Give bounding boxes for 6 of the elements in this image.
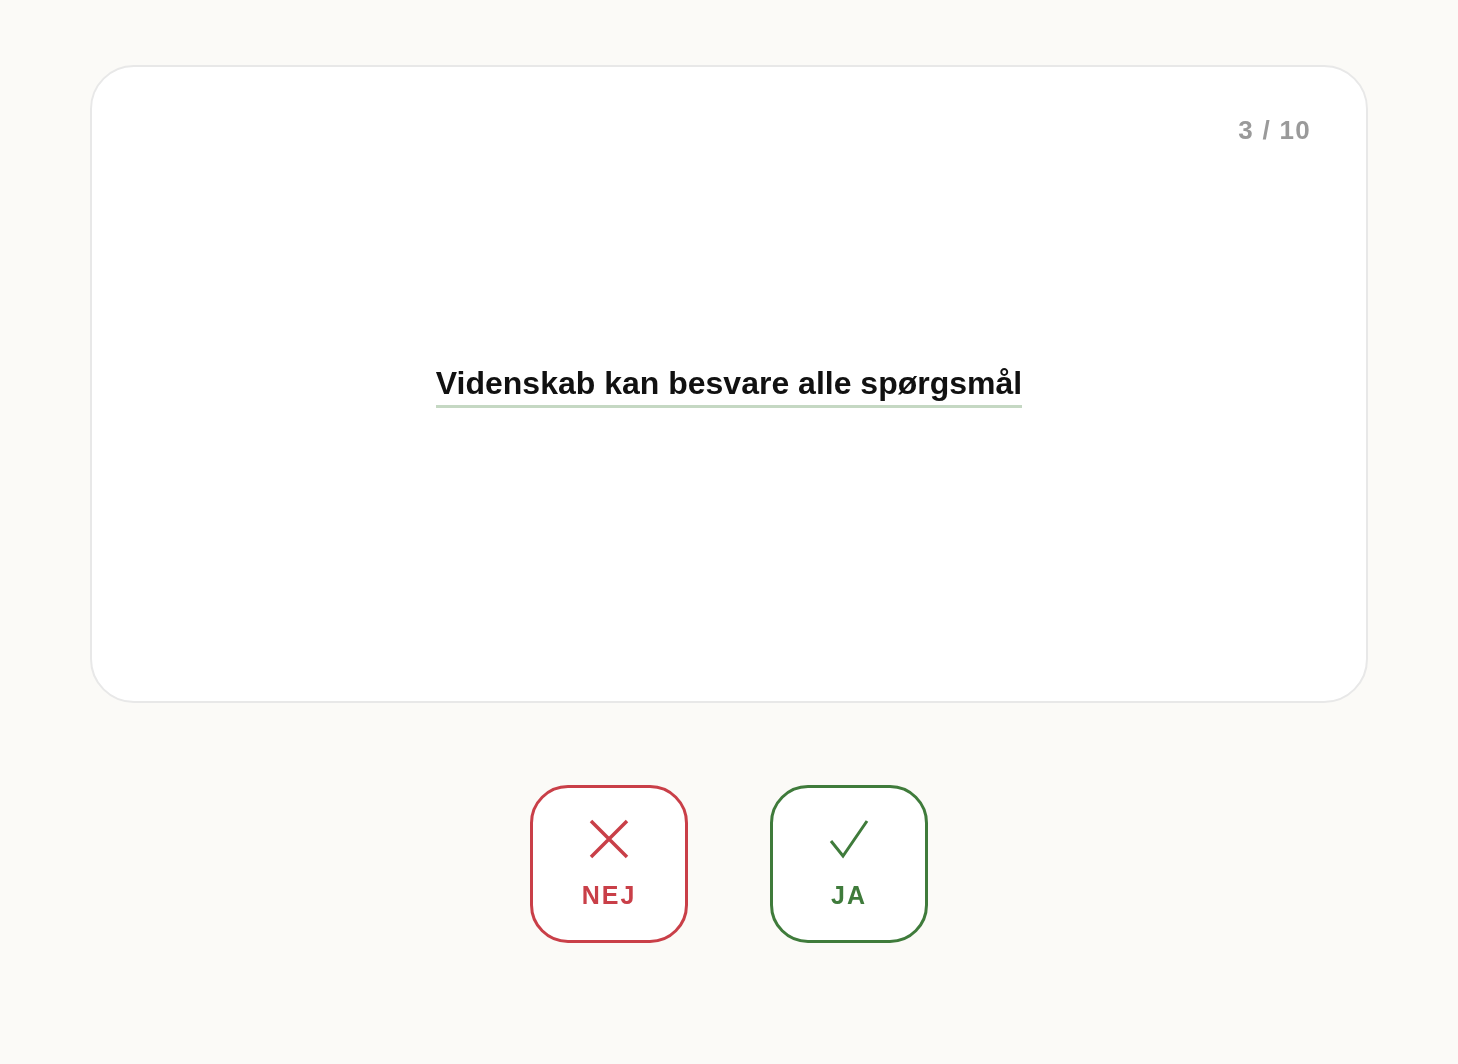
- statement-text: Videnskab kan besvare alle spørgsmål: [435, 363, 1023, 408]
- check-icon: [829, 819, 869, 860]
- close-icon: [589, 819, 629, 860]
- progress-counter: 3 / 10: [1238, 114, 1311, 147]
- no-button[interactable]: NEJ: [530, 785, 688, 943]
- yes-button[interactable]: JA: [770, 785, 928, 943]
